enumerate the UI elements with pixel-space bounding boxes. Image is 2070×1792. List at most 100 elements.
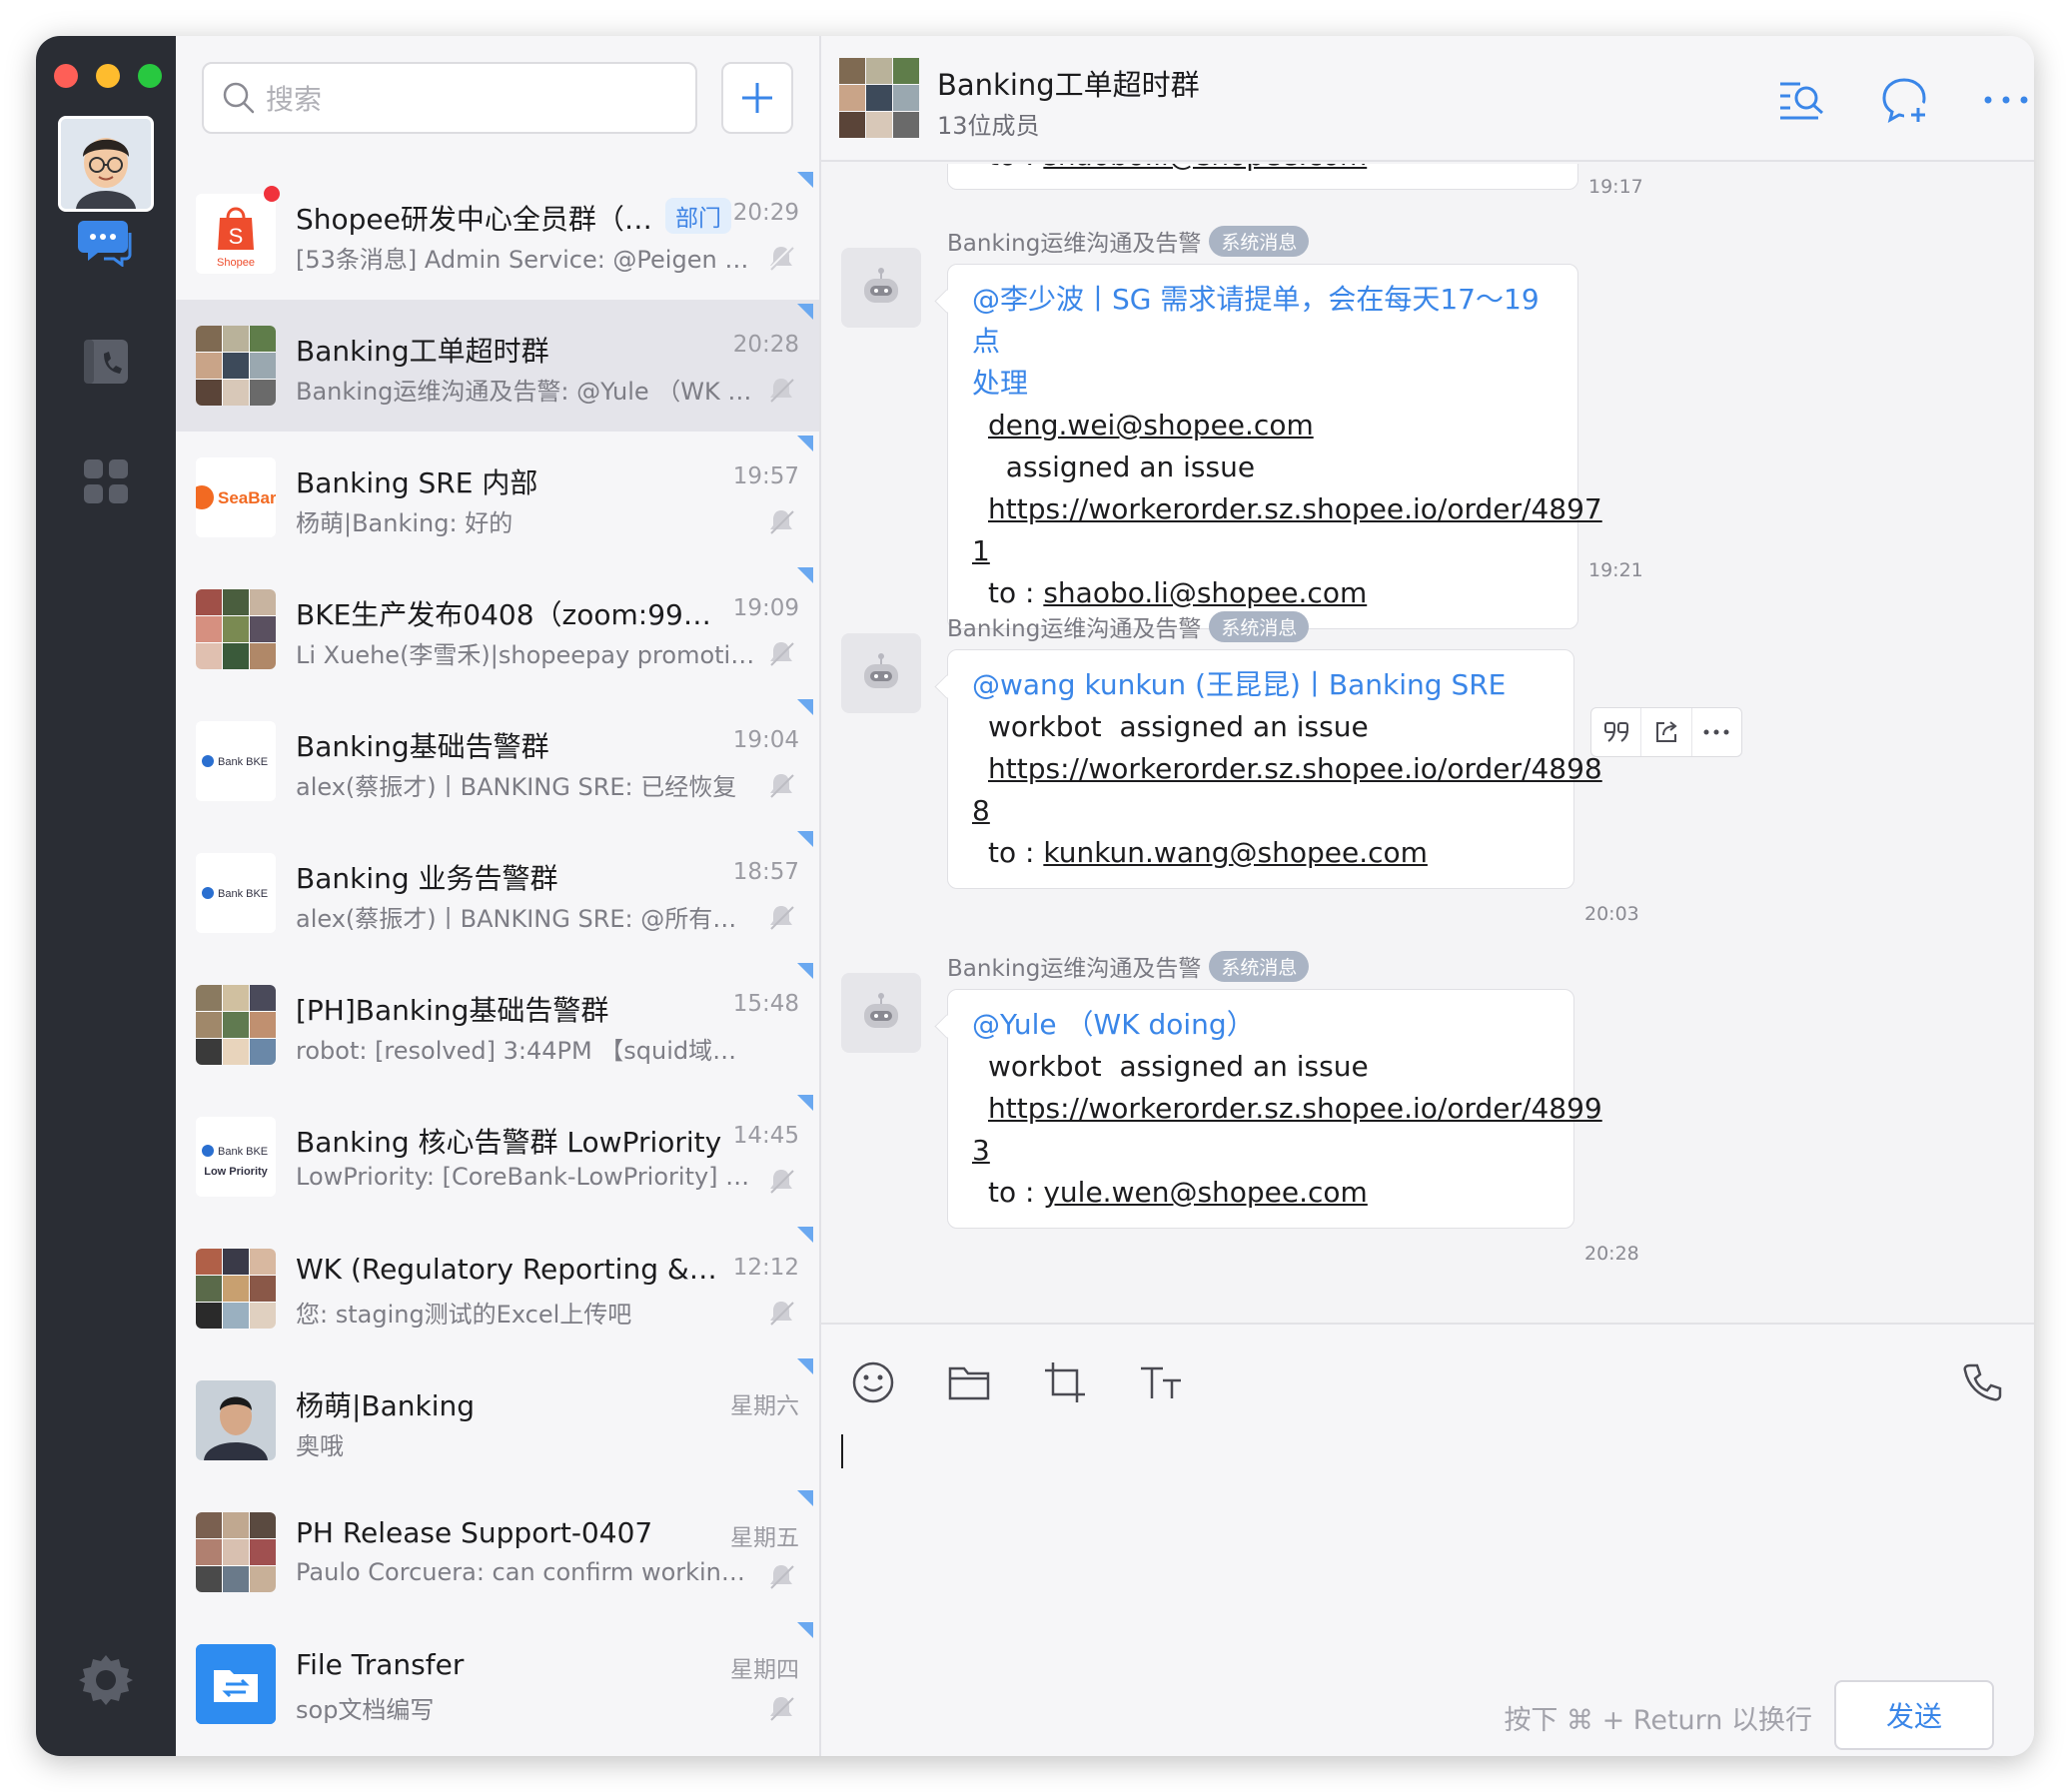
pin-corner-marker xyxy=(797,304,813,320)
maximize-window-button[interactable] xyxy=(138,64,162,88)
robot-avatar[interactable] xyxy=(841,248,921,328)
order-link-tail[interactable]: 8 xyxy=(972,794,990,827)
left-rail xyxy=(36,36,176,1756)
sender-name: Banking运维沟通及告警 系统消息 xyxy=(947,949,1310,983)
chat-name: WK (Regulatory Reporting & Ris… xyxy=(296,1253,725,1286)
mute-bell-icon xyxy=(767,771,795,803)
shopee-logo-avatar: S Shopee xyxy=(196,194,276,274)
newline-hint: 按下 ⌘ + Return 以换行 xyxy=(1504,1705,1812,1736)
emoji-icon[interactable] xyxy=(845,1354,901,1410)
group-avatar xyxy=(196,326,276,406)
chat-name: PH Release Support-0407 xyxy=(296,1516,653,1549)
chat-preview: alex(蔡振才)丨BANKING SRE: @所有人 … xyxy=(296,905,755,933)
chat-row[interactable]: WK (Regulatory Reporting & Ris… 12:12 您:… xyxy=(176,1223,819,1354)
group-avatar[interactable] xyxy=(839,58,919,138)
group-avatar xyxy=(196,1249,276,1329)
pin-corner-marker xyxy=(797,172,813,188)
mute-bell-icon xyxy=(767,376,795,408)
chat-name: Banking 业务告警群 xyxy=(296,862,558,895)
apps-grid-icon[interactable] xyxy=(76,451,136,511)
pin-corner-marker xyxy=(797,699,813,715)
chat-time: 星期四 xyxy=(730,1657,799,1683)
mention-line[interactable]: @李少波丨SG 需求请提单，会在每天17～19点 处理 xyxy=(972,279,1553,405)
chat-row[interactable]: File Transfer 星期四 sop文档编写 xyxy=(176,1618,819,1750)
share-icon[interactable] xyxy=(1641,708,1692,756)
chat-row[interactable]: PH Release Support-0407 星期五 Paulo Corcue… xyxy=(176,1486,819,1618)
chat-time: 20:28 xyxy=(732,332,799,358)
chat-row[interactable]: Banking工单超时群 20:28 Banking运维沟通及告警: @Yule… xyxy=(176,300,819,432)
chat-time: 19:57 xyxy=(732,463,799,489)
chat-row[interactable]: Bank BKE Banking 业务告警群 18:57 alex(蔡振才)丨B… xyxy=(176,827,819,959)
send-button[interactable]: 发送 xyxy=(1834,1680,1994,1750)
email-link[interactable]: shaobo.li@shopee.com xyxy=(1043,164,1367,172)
mute-bell-icon xyxy=(767,1299,795,1331)
chat-row[interactable]: S Shopee Shopee研发中心全员群（… 部门 20:29 [53条消息… xyxy=(176,168,819,300)
bank-bke-low-priority-avatar: Bank BKE Low Priority xyxy=(196,1117,276,1197)
chat-name: [PH]Banking基础告警群 xyxy=(296,994,609,1027)
window-controls xyxy=(54,64,162,88)
email-link[interactable]: shaobo.li@shopee.com xyxy=(1043,576,1367,609)
pin-corner-marker xyxy=(797,1358,813,1374)
message-time: 20:03 xyxy=(1584,903,1639,925)
svg-text:Low Priority: Low Priority xyxy=(204,1166,268,1178)
add-button[interactable] xyxy=(721,62,793,134)
message-bubble: @Yule （WK doing） workbot assigned an iss… xyxy=(947,989,1602,1229)
robot-avatar[interactable] xyxy=(841,633,921,713)
mute-bell-icon xyxy=(767,244,795,276)
chat-row[interactable]: 杨萌|Banking 星期六 奥哦 xyxy=(176,1354,819,1486)
email-link[interactable]: deng.wei@shopee.com xyxy=(988,409,1314,442)
order-link-tail[interactable]: 1 xyxy=(972,534,990,567)
robot-avatar[interactable] xyxy=(841,973,921,1053)
chat-bubbles-icon[interactable] xyxy=(76,212,136,272)
message-input[interactable] xyxy=(821,1420,2034,1670)
chat-row[interactable]: [PH]Banking基础告警群 15:48 robot: [resolved]… xyxy=(176,959,819,1091)
folder-icon[interactable] xyxy=(941,1354,997,1410)
pin-corner-marker xyxy=(797,1622,813,1638)
crop-screenshot-icon[interactable] xyxy=(1037,1354,1093,1410)
chat-row[interactable]: BKE生产发布0408（zoom:9969… 19:09 Li Xuehe(李雪… xyxy=(176,563,819,695)
order-link[interactable]: https://workerorder.sz.shopee.io/order/4… xyxy=(988,492,1602,525)
order-link[interactable]: https://workerorder.sz.shopee.io/order/4… xyxy=(988,1092,1602,1125)
settings-gear-icon[interactable] xyxy=(76,1650,136,1710)
more-dots-icon[interactable] xyxy=(1692,708,1741,756)
svg-text:Shopee: Shopee xyxy=(217,257,255,269)
minimize-window-button[interactable] xyxy=(96,64,120,88)
system-message-badge: 系统消息 xyxy=(1209,611,1310,642)
email-link[interactable]: kunkun.wang@shopee.com xyxy=(1043,836,1428,869)
search-history-icon[interactable] xyxy=(1776,74,1828,126)
group-avatar xyxy=(196,985,276,1065)
order-link[interactable]: https://workerorder.sz.shopee.io/order/4… xyxy=(988,752,1602,785)
message-time: 20:28 xyxy=(1584,1243,1639,1265)
chat-row[interactable]: Bank BKE Banking基础告警群 19:04 alex(蔡振才)丨BA… xyxy=(176,695,819,827)
order-link-tail[interactable]: 3 xyxy=(972,1134,990,1167)
email-link[interactable]: yule.wen@shopee.com xyxy=(1043,1176,1368,1209)
quote-icon[interactable] xyxy=(1591,708,1642,756)
mute-bell-icon xyxy=(767,1694,795,1726)
member-count[interactable]: 13位成员 xyxy=(937,106,1040,141)
text-format-icon[interactable] xyxy=(1133,1354,1189,1410)
mention-line[interactable]: @Yule （WK doing） xyxy=(972,1004,1550,1046)
pin-corner-marker xyxy=(797,963,813,979)
contacts-book-icon[interactable] xyxy=(76,332,136,392)
chat-time: 14:45 xyxy=(732,1123,799,1149)
chat-row[interactable]: SeaBar Banking SRE 内部 19:57 杨萌|Banking: … xyxy=(176,432,819,563)
my-avatar[interactable] xyxy=(58,116,154,212)
chat-preview: 您: staging测试的Excel上传吧 xyxy=(296,1301,632,1329)
close-window-button[interactable] xyxy=(54,64,78,88)
new-chat-icon[interactable] xyxy=(1878,74,1930,126)
chat-row[interactable]: Bank BKE Low Priority Banking 核心告警群 LowP… xyxy=(176,1091,819,1223)
svg-text:Bank BKE: Bank BKE xyxy=(218,756,268,768)
conversation-title[interactable]: Banking工单超时群 xyxy=(937,62,1200,104)
sender-name: Banking运维沟通及告警 系统消息 xyxy=(947,609,1310,643)
mention-line[interactable]: @wang kunkun (王昆昆)丨Banking SRE xyxy=(972,664,1550,706)
chat-preview: 奥哦 xyxy=(296,1432,344,1460)
chat-name: Banking基础告警群 xyxy=(296,730,549,763)
mute-bell-icon xyxy=(767,1167,795,1199)
more-options-icon[interactable] xyxy=(1980,74,2032,126)
mute-bell-icon xyxy=(767,639,795,671)
search-input[interactable]: 搜索 xyxy=(202,62,697,134)
pin-corner-marker xyxy=(797,1095,813,1111)
message-bubble: to : shaobo.li@shopee.com xyxy=(947,164,1578,190)
phone-call-icon[interactable] xyxy=(1954,1354,2010,1410)
chat-preview: [53条消息] Admin Service: @Peigen Jin(… xyxy=(296,246,755,274)
